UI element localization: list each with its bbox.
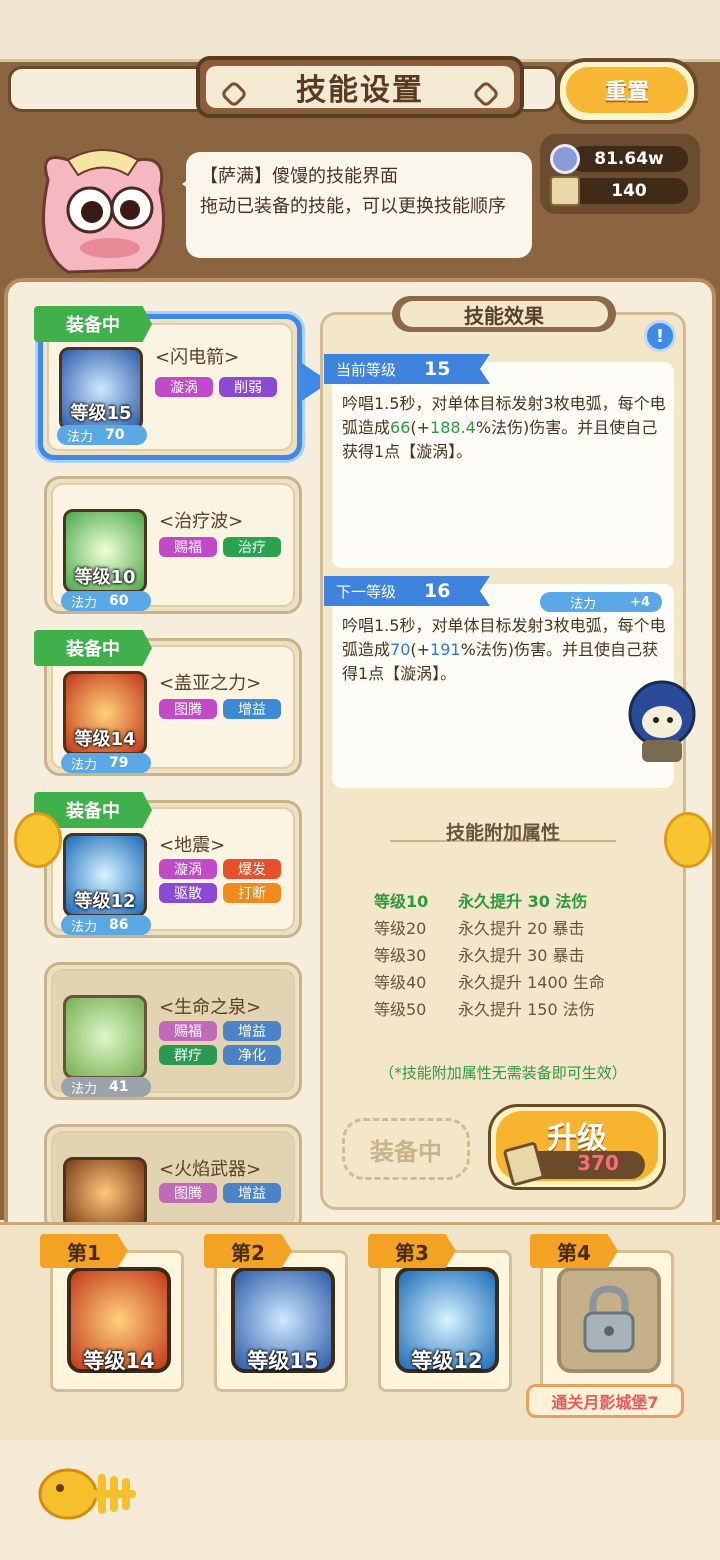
skill-name: <生命之泉>	[159, 997, 262, 1018]
skill-name: <盖亚之力>	[159, 673, 262, 694]
attr-title: 技能附加属性	[445, 822, 560, 844]
reset-button[interactable]: 重置	[556, 58, 698, 124]
skill-name: <地震>	[159, 835, 226, 856]
equipped-badge: 装备中	[34, 630, 152, 666]
skill-tag: 打断	[223, 883, 281, 903]
fishbone-icon[interactable]	[36, 1456, 140, 1528]
left-ornament-icon	[219, 79, 249, 109]
current-level-desc: 吟唱1.5秒，对单体目标发射3枚电弧，每个电弧造成66(+188.4%法伤)伤害…	[342, 394, 666, 461]
scroll-count: 140	[570, 178, 688, 204]
mana-cost: 法力 79	[61, 753, 151, 773]
lock-icon	[583, 1285, 635, 1353]
skill-level: 等级12	[74, 891, 136, 912]
slot-tag: 第3	[368, 1234, 456, 1268]
npc-speech-bubble: 【萨满】傻馒的技能界面 拖动已装备的技能，可以更换技能顺序	[182, 152, 532, 258]
unlock-condition: 通关月影城堡7	[526, 1384, 684, 1418]
skill-tag: 赐福	[159, 1021, 217, 1041]
skill-card-fire-weapon[interactable]: <火焰武器> 图腾 增益	[44, 1124, 302, 1234]
attr-levels: 等级10 等级20 等级30 等级40 等级50	[374, 892, 429, 1019]
effect-title: 技能效果	[392, 296, 616, 332]
skill-tag: 治疗	[223, 537, 281, 557]
attr-bonuses: 永久提升 30 法伤 永久提升 20 暴击 永久提升 30 暴击 永久提升 14…	[458, 892, 605, 1019]
speech-line-2: 拖动已装备的技能，可以更换技能顺序	[200, 196, 506, 217]
skill-tag: 图腾	[159, 699, 217, 719]
slot-tag: 第1	[40, 1234, 128, 1268]
skill-slot-4[interactable]	[540, 1250, 674, 1392]
attr-note: （*技能附加属性无需装备即可生效）	[379, 1064, 627, 1082]
locked-slot	[557, 1267, 661, 1373]
hammer-skill-icon	[63, 1157, 147, 1229]
skill-tag: 爆发	[223, 859, 281, 879]
coin-count: 81.64w	[570, 146, 688, 172]
current-level-ribbon: 当前等级 15	[324, 354, 490, 384]
next-level-desc: 吟唱1.5秒，对单体目标发射3枚电弧，每个电弧造成70(+191%法伤)伤害。并…	[342, 616, 666, 683]
resource-panel: 81.64w 140	[540, 134, 700, 214]
upgrade-button[interactable]: 升级 370	[488, 1104, 666, 1190]
spring-skill-icon	[63, 995, 147, 1079]
skill-slot-3[interactable]: 等级12	[378, 1250, 512, 1392]
skill-tag: 漩涡	[155, 377, 213, 397]
skill-name: <火焰武器>	[159, 1159, 262, 1180]
skill-tag: 群疗	[159, 1045, 217, 1065]
skill-tag: 增益	[223, 1183, 281, 1203]
equipped-badge: 装备中	[34, 306, 152, 342]
skill-level: 等级10	[74, 567, 136, 588]
skill-tag: 净化	[223, 1045, 281, 1065]
slot-level: 等级15	[247, 1349, 319, 1373]
skill-slot-2[interactable]: 等级15	[214, 1250, 348, 1392]
skill-level: 等级15	[70, 403, 132, 424]
skill-level: 等级14	[74, 729, 136, 750]
mana-cost: 法力 41	[61, 1077, 151, 1097]
upgrade-cost: 370	[577, 1151, 619, 1175]
skill-name: <治疗波>	[159, 511, 244, 532]
equip-button[interactable]: 装备中	[342, 1118, 470, 1180]
slot-tag: 第2	[204, 1234, 292, 1268]
npc-mini-avatar	[628, 680, 696, 762]
skill-slot-1[interactable]: 等级14	[50, 1250, 184, 1392]
skill-card-life-spring[interactable]: 法力 41 <生命之泉> 赐福 增益 群疗 净化	[44, 962, 302, 1100]
right-ornament-icon	[471, 79, 501, 109]
scroll-icon	[550, 176, 580, 206]
mana-cost: 法力 86	[61, 915, 151, 935]
skill-name: <闪电箭>	[155, 347, 240, 368]
skill-tag: 驱散	[159, 883, 217, 903]
title-box: 技能设置	[196, 56, 524, 118]
slot-tag: 第4	[530, 1234, 618, 1268]
next-mana-delta: 法力 +4	[540, 592, 662, 612]
info-icon[interactable]: !	[644, 320, 676, 352]
skill-tag: 漩涡	[159, 859, 217, 879]
skill-tag: 赐福	[159, 537, 217, 557]
page-title: 技能设置	[296, 73, 424, 108]
npc-avatar	[42, 149, 165, 274]
next-level-ribbon: 下一等级 16	[324, 576, 490, 606]
skill-tag: 增益	[223, 1021, 281, 1041]
prev-arrow-icon[interactable]	[14, 812, 62, 868]
top-strip	[0, 0, 720, 62]
skill-tag: 削弱	[219, 377, 277, 397]
reset-label: 重置	[566, 67, 688, 113]
coin-icon	[550, 144, 580, 174]
skill-tag: 增益	[223, 699, 281, 719]
skill-tag: 图腾	[159, 1183, 217, 1203]
next-arrow-icon[interactable]	[664, 812, 712, 868]
slot-level: 等级14	[83, 1349, 155, 1373]
mana-cost: 法力 70	[57, 425, 147, 445]
speech-line-1: 【萨满】傻馒的技能界面	[200, 166, 398, 187]
mana-cost: 法力 60	[61, 591, 151, 611]
skill-card-healing-wave[interactable]: 等级10 法力 60 <治疗波> 赐福 治疗	[44, 476, 302, 614]
slot-level: 等级12	[411, 1349, 483, 1373]
